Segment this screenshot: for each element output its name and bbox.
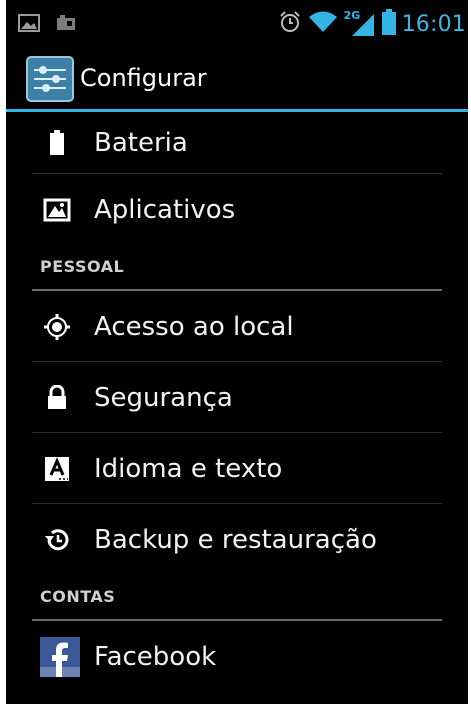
settings-item-label: Idioma e texto xyxy=(94,453,283,484)
settings-item-backup-e-restauracao[interactable]: Backup e restauração xyxy=(6,504,468,575)
backup-restore-icon xyxy=(42,525,72,555)
settings-item-facebook[interactable]: Facebook xyxy=(6,621,468,692)
action-bar: Configurar xyxy=(6,48,468,112)
lock-icon xyxy=(42,383,72,413)
settings-list: Bateria Aplicativos PESSOAL Acesso ao lo… xyxy=(6,112,468,692)
sd-card-icon xyxy=(56,15,76,35)
clock: 16:01 xyxy=(401,11,466,37)
wifi-icon xyxy=(308,10,338,38)
settings-item-label: Facebook xyxy=(94,641,217,672)
battery-icon xyxy=(42,128,72,158)
language-icon xyxy=(42,454,72,484)
alarm-icon xyxy=(278,10,302,38)
settings-item-seguranca[interactable]: Segurança xyxy=(6,362,468,433)
section-title: PESSOAL xyxy=(40,257,125,276)
location-icon xyxy=(42,312,72,342)
settings-item-label: Backup e restauração xyxy=(94,524,377,555)
settings-sliders-icon[interactable] xyxy=(26,56,74,102)
image-notification-icon xyxy=(18,14,40,36)
battery-icon xyxy=(381,9,396,39)
settings-item-aplicativos[interactable]: Aplicativos xyxy=(6,174,468,245)
settings-item-label: Segurança xyxy=(94,382,233,413)
settings-screen: 2G 16:01 Configurar Bateria Aplicativos … xyxy=(6,0,468,704)
page-title: Configurar xyxy=(80,64,207,92)
settings-item-idioma-e-texto[interactable]: Idioma e texto xyxy=(6,433,468,504)
section-header-contas: CONTAS xyxy=(6,575,468,621)
status-bar: 2G 16:01 xyxy=(6,0,468,48)
settings-item-label: Acesso ao local xyxy=(94,311,294,342)
settings-item-bateria[interactable]: Bateria xyxy=(6,112,468,174)
facebook-icon xyxy=(40,636,80,677)
section-title: CONTAS xyxy=(40,587,116,606)
section-header-pessoal: PESSOAL xyxy=(6,245,468,291)
settings-item-label: Aplicativos xyxy=(94,194,236,225)
settings-item-label: Bateria xyxy=(94,128,188,158)
signal-icon: 2G xyxy=(344,9,376,37)
settings-item-acesso-ao-local[interactable]: Acesso ao local xyxy=(6,291,468,362)
apps-icon xyxy=(42,195,72,225)
